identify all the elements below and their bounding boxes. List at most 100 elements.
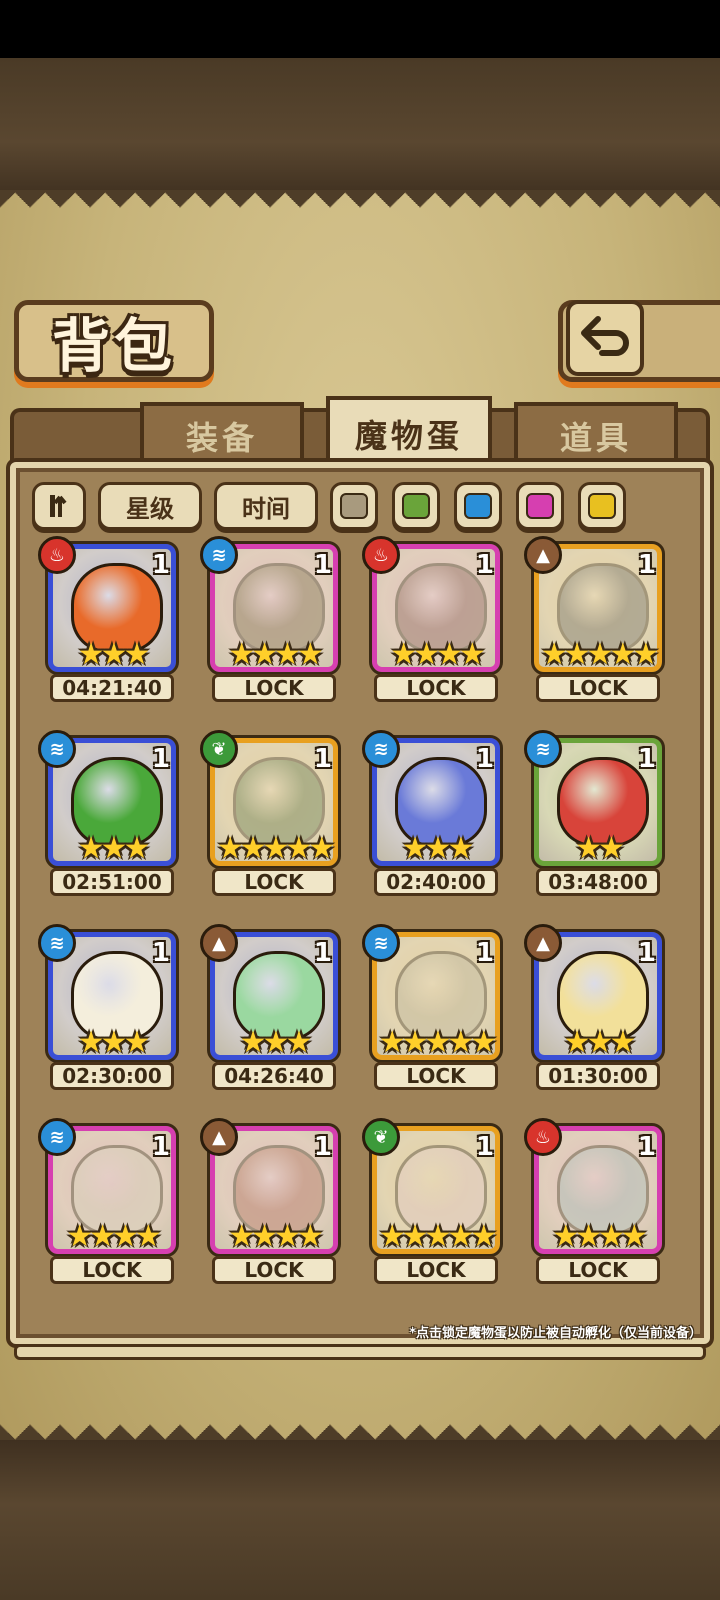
- background-top: [0, 58, 720, 198]
- status-bar: [0, 0, 720, 58]
- egg-count: 1: [151, 550, 170, 580]
- egg-timer-label: 04:26:40: [212, 1062, 336, 1090]
- egg-card[interactable]: 1 ❦ ★★★★★ LOCK: [362, 1118, 504, 1286]
- egg-lock-label: LOCK: [374, 1256, 498, 1284]
- egg-card[interactable]: 1 ♨ ★★★ 04:21:40: [38, 536, 180, 704]
- egg-card[interactable]: 1 ▲ ★★★ 01:30:00: [524, 924, 666, 1092]
- tab-items-label: 道具: [559, 419, 632, 457]
- egg-star-rating: ★★★★★: [216, 830, 335, 866]
- egg-count: 1: [151, 1132, 170, 1162]
- egg-card[interactable]: 1 ≋ ★★★★ LOCK: [200, 536, 342, 704]
- egg-card[interactable]: 1 ≋ ★★★★★ LOCK: [362, 924, 504, 1092]
- wave-icon: ≋: [362, 924, 400, 962]
- back-button[interactable]: [566, 300, 644, 376]
- egg-timer-label: 02:40:00: [374, 868, 498, 896]
- egg-lock-label: LOCK: [536, 674, 660, 702]
- egg-card[interactable]: 1 ♨ ★★★★ LOCK: [362, 536, 504, 704]
- sort-by-stars-button[interactable]: 星级: [98, 482, 202, 530]
- egg-timer-label: 04:21:40: [50, 674, 174, 702]
- mountain-icon: ▲: [524, 924, 562, 962]
- page-title: 背包: [51, 312, 176, 380]
- tab-equipment[interactable]: 装备: [140, 402, 304, 466]
- egg-star-rating: ★★★: [77, 636, 151, 672]
- egg-lock-label: LOCK: [374, 674, 498, 702]
- wave-icon: ≋: [38, 1118, 76, 1156]
- egg-count: 1: [313, 550, 332, 580]
- egg-count: 1: [313, 938, 332, 968]
- egg-star-rating: ★★★: [401, 830, 475, 866]
- mountain-icon: ▲: [200, 924, 238, 962]
- wave-icon: ≋: [524, 730, 562, 768]
- egg-count: 1: [151, 938, 170, 968]
- sort-toggle-button[interactable]: [32, 482, 86, 530]
- egg-timer-label: 03:48:00: [536, 868, 660, 896]
- egg-timer-label: 02:51:00: [50, 868, 174, 896]
- egg-count: 1: [637, 938, 656, 968]
- egg-star-rating: ★★★★: [66, 1218, 162, 1254]
- leaf-icon: ❦: [200, 730, 238, 768]
- leaf-icon: ❦: [362, 1118, 400, 1156]
- back-arrow-icon: [581, 316, 629, 356]
- filter-gray-swatch[interactable]: [330, 482, 378, 530]
- wave-icon: ≋: [38, 730, 76, 768]
- sort-toggle-icon: [50, 495, 67, 517]
- filter-gold-swatch[interactable]: [578, 482, 626, 530]
- wave-icon: ≋: [200, 536, 238, 574]
- gold-swatch-color: [588, 493, 616, 519]
- tab-monster-eggs-label: 魔物蛋: [354, 417, 463, 455]
- egg-count: 1: [475, 938, 494, 968]
- egg-card[interactable]: 1 ▲ ★★★ 04:26:40: [200, 924, 342, 1092]
- egg-count: 1: [475, 1132, 494, 1162]
- egg-lock-label: LOCK: [212, 868, 336, 896]
- filter-blue-swatch[interactable]: [454, 482, 502, 530]
- egg-star-rating: ★★★: [563, 1024, 637, 1060]
- filter-green-swatch[interactable]: [392, 482, 440, 530]
- zigzag-border-bottom: [0, 1402, 720, 1442]
- gray-swatch-color: [340, 493, 368, 519]
- egg-star-rating: ★★★★★: [378, 1218, 497, 1254]
- egg-card[interactable]: 1 ≋ ★★★ 02:40:00: [362, 730, 504, 898]
- flame-icon: ♨: [362, 536, 400, 574]
- pink-swatch-color: [526, 493, 554, 519]
- page-title-plate: 背包: [14, 300, 214, 382]
- egg-lock-label: LOCK: [50, 1256, 174, 1284]
- background-bottom: [0, 1440, 720, 1600]
- egg-count: 1: [637, 1132, 656, 1162]
- egg-lock-label: LOCK: [212, 674, 336, 702]
- egg-lock-label: LOCK: [536, 1256, 660, 1284]
- egg-card[interactable]: 1 ▲ ★★★★★ LOCK: [524, 536, 666, 704]
- egg-card[interactable]: 1 ▲ ★★★★ LOCK: [200, 1118, 342, 1286]
- lock-hint-text: *点击锁定魔物蛋以防止被自动孵化（仅当前设备）: [409, 1326, 702, 1341]
- egg-star-rating: ★★★: [239, 1024, 313, 1060]
- egg-star-rating: ★★★★: [228, 1218, 324, 1254]
- egg-star-rating: ★★★★★: [378, 1024, 497, 1060]
- egg-lock-label: LOCK: [212, 1256, 336, 1284]
- egg-card[interactable]: 1 ♨ ★★★★ LOCK: [524, 1118, 666, 1286]
- sort-by-time-button[interactable]: 时间: [214, 482, 318, 530]
- filter-pink-swatch[interactable]: [516, 482, 564, 530]
- egg-count: 1: [313, 744, 332, 774]
- tab-items[interactable]: 道具: [514, 402, 678, 466]
- egg-star-rating: ★★★★: [390, 636, 486, 672]
- egg-card[interactable]: 1 ≋ ★★★★ LOCK: [38, 1118, 180, 1286]
- egg-card[interactable]: 1 ❦ ★★★★★ LOCK: [200, 730, 342, 898]
- egg-count: 1: [475, 744, 494, 774]
- wave-icon: ≋: [38, 924, 76, 962]
- egg-count: 1: [637, 550, 656, 580]
- flame-icon: ♨: [524, 1118, 562, 1156]
- egg-card[interactable]: 1 ≋ ★★★ 02:51:00: [38, 730, 180, 898]
- wave-icon: ≋: [362, 730, 400, 768]
- egg-star-rating: ★★★: [77, 1024, 151, 1060]
- zigzag-border-top: [0, 190, 720, 230]
- egg-card[interactable]: 1 ≋ ★★★ 02:30:00: [38, 924, 180, 1092]
- egg-count: 1: [475, 550, 494, 580]
- blue-swatch-color: [464, 493, 492, 519]
- tab-monster-eggs[interactable]: 魔物蛋: [326, 396, 492, 468]
- egg-count: 1: [313, 1132, 332, 1162]
- egg-lock-label: LOCK: [374, 1062, 498, 1090]
- panel-bottom-rail: [14, 1344, 706, 1360]
- egg-card[interactable]: 1 ≋ ★★ 03:48:00: [524, 730, 666, 898]
- mountain-icon: ▲: [524, 536, 562, 574]
- egg-star-rating: ★★: [575, 830, 625, 866]
- egg-timer-label: 02:30:00: [50, 1062, 174, 1090]
